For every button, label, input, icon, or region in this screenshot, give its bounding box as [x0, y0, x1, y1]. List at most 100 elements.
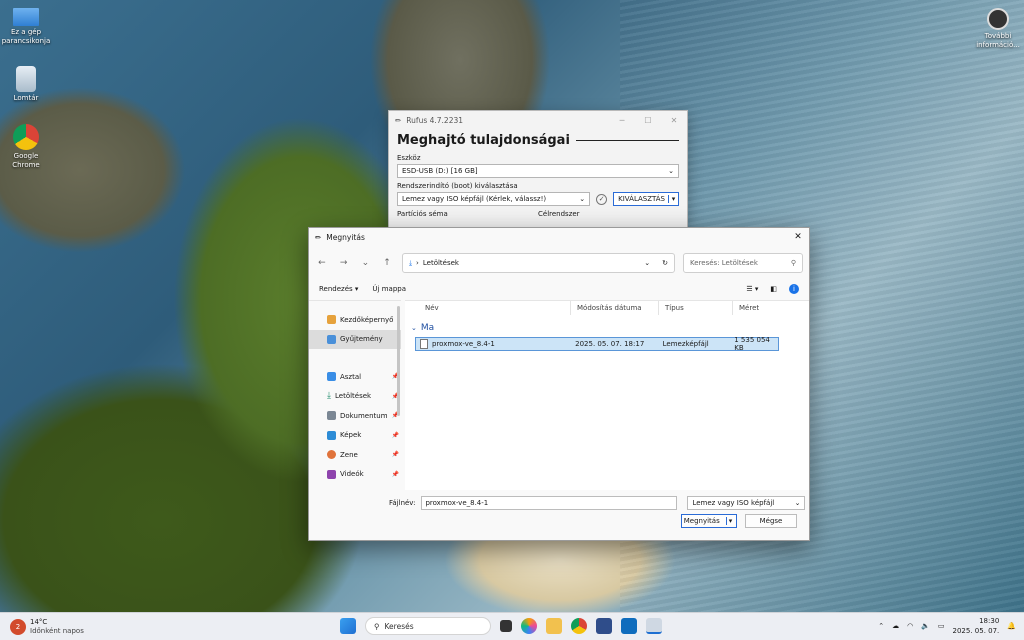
address-history-icon[interactable]: ⌄	[644, 259, 650, 267]
device-select[interactable]: ESD-USB (D:) [16 GB] ⌄	[397, 164, 679, 178]
clock[interactable]: 18:30 2025. 05. 07.	[953, 616, 1000, 636]
nav-item-videos[interactable]: Videók 📌	[309, 465, 401, 485]
column-header-modified[interactable]: Módosítás dátuma	[571, 301, 659, 315]
nav-item-desktop[interactable]: Asztal 📌	[309, 367, 401, 387]
chrome-icon[interactable]	[571, 618, 587, 634]
device-label: Eszköz	[397, 154, 421, 162]
table-row[interactable]: proxmox-ve_8.4-1 2025. 05. 07. 18:17 Lem…	[415, 336, 779, 352]
dialog-footer: Fájlnév: proxmox-ve_8.4-1 Lemez vagy ISO…	[309, 496, 809, 528]
file-size-cell: 1 535 054 KB	[734, 336, 770, 352]
boot-label: Rendszerindító (boot) kiválasztása	[397, 182, 518, 190]
navigation-scrollbar[interactable]	[397, 306, 400, 416]
weather-description: Időnként napos	[30, 626, 84, 635]
battery-icon[interactable]: ▭	[938, 622, 945, 630]
outlook-icon[interactable]	[621, 618, 637, 634]
notification-bell-icon[interactable]: 🔔	[1007, 622, 1016, 630]
group-header-today[interactable]: ⌄ Ma	[411, 323, 809, 333]
info-camera-icon	[987, 8, 1009, 30]
preview-pane-icon[interactable]: ◧	[770, 285, 777, 293]
search-input[interactable]: Keresés: Letöltések ⚲	[683, 253, 803, 273]
system-tray: ⌃ ☁ ◠ 🔈 ▭ 18:30 2025. 05. 07. 🔔	[878, 616, 1016, 636]
select-button[interactable]: KIVÁLASZTÁS ▾	[613, 192, 679, 206]
close-icon[interactable]: ✕	[661, 116, 687, 125]
task-view-icon[interactable]	[500, 620, 512, 632]
partition-label: Partíciós séma	[397, 210, 448, 218]
breadcrumb[interactable]: Letöltések	[423, 259, 459, 267]
forward-arrow-icon[interactable]: →	[337, 258, 351, 268]
chevron-down-icon: ⌄	[668, 167, 674, 175]
refresh-icon[interactable]: ↻	[662, 259, 668, 267]
windows-start-icon[interactable]	[340, 618, 356, 634]
copilot-icon[interactable]	[521, 618, 537, 634]
filename-input[interactable]: proxmox-ve_8.4-1	[421, 496, 678, 510]
view-list-icon[interactable]: ☰ ▾	[746, 285, 758, 293]
recent-chevron-icon[interactable]: ⌄	[358, 258, 372, 268]
chevron-down-icon: ⌄	[794, 499, 801, 507]
file-modified-cell: 2025. 05. 07. 18:17	[575, 340, 645, 348]
maximize-icon[interactable]: ☐	[635, 116, 661, 125]
nav-item-downloads[interactable]: ⤓ Letöltések 📌	[309, 387, 401, 407]
monitor-icon	[13, 8, 39, 26]
download-icon: ⤓	[327, 391, 331, 402]
back-arrow-icon[interactable]: ←	[315, 258, 329, 268]
dialog-titlebar[interactable]: ✏ Megnyitás ✕	[309, 228, 809, 246]
chrome-icon	[13, 124, 39, 150]
home-icon	[327, 315, 336, 325]
up-arrow-icon[interactable]: ↑	[380, 258, 394, 268]
rufus-titlebar[interactable]: ✏ Rufus 4.7.2231 ─ ☐ ✕	[389, 111, 687, 129]
minimize-icon[interactable]: ─	[609, 116, 635, 125]
file-list-header: Név Módosítás dátuma Típus Méret	[405, 301, 809, 315]
video-icon	[327, 469, 336, 479]
network-icon[interactable]: ☁	[892, 622, 899, 630]
desktop-icon-more-info[interactable]: További információ...	[972, 8, 1024, 50]
organize-button[interactable]: Rendezés ▾	[319, 285, 358, 293]
chevron-up-icon[interactable]: ⌃	[878, 622, 884, 630]
address-bar[interactable]: ⤓ › Letöltések ⌄ ↻	[401, 253, 675, 273]
file-type-filter[interactable]: Lemez vagy ISO képfájl ⌄	[687, 496, 806, 510]
pin-icon[interactable]: 📌	[392, 432, 399, 439]
wifi-icon[interactable]: ◠	[907, 622, 913, 630]
volume-icon[interactable]: 🔈	[921, 622, 930, 630]
column-header-type[interactable]: Típus	[659, 301, 733, 315]
new-folder-button[interactable]: Új mappa	[372, 285, 406, 293]
pin-icon[interactable]: 📌	[392, 451, 399, 458]
pin-icon[interactable]: 📌	[392, 471, 399, 478]
file-list: Név Módosítás dátuma Típus Méret ⌄ Ma pr…	[405, 300, 809, 490]
rufus-taskbar-icon[interactable]	[646, 618, 662, 634]
clock-date: 2025. 05. 07.	[952, 627, 1000, 635]
clock-time: 18:30	[979, 617, 1000, 625]
disc-image-file-icon	[420, 339, 428, 349]
dropdown-arrow-icon[interactable]: ▾	[668, 195, 678, 203]
boot-select[interactable]: Lemez vagy ISO képfájl (Kérlek, válassz!…	[397, 192, 591, 206]
desktop-icon-chrome[interactable]: Google Chrome	[0, 124, 52, 170]
device-value: ESD-USB (D:) [16 GB]	[402, 167, 478, 175]
open-file-dialog: ✏ Megnyitás ✕ ← → ⌄ ↑ ⤓ › Letöltések ⌄ ↻…	[308, 227, 810, 541]
nav-item-documents[interactable]: Dokumentum 📌	[309, 406, 401, 426]
help-icon[interactable]: i	[789, 284, 799, 294]
nav-item-gallery[interactable]: Gyűjtemény	[309, 329, 401, 349]
command-bar: Rendezés ▾ Új mappa ☰ ▾ ◧ i	[309, 280, 809, 298]
column-header-size[interactable]: Méret	[733, 301, 783, 315]
cancel-button[interactable]: Mégse	[745, 514, 797, 528]
rufus-window: ✏ Rufus 4.7.2231 ─ ☐ ✕ Meghajtó tulajdon…	[388, 110, 688, 230]
column-header-name[interactable]: Név	[405, 301, 571, 315]
filename-label: Fájlnév:	[389, 499, 416, 507]
taskbar-search[interactable]: ⚲ Keresés	[365, 617, 491, 635]
taskbar: 2 14°C Időnként napos ⚲ Keresés ⌃ ☁ ◠ 🔈 …	[0, 612, 1024, 640]
file-explorer-icon[interactable]	[546, 618, 562, 634]
select-button-label: KIVÁLASZTÁS	[618, 195, 665, 203]
desktop-icon-recycle-bin[interactable]: Lomtár	[0, 66, 52, 103]
open-button[interactable]: Megnyitás ▾	[681, 514, 737, 528]
weather-widget[interactable]: 2 14°C Időnként napos	[0, 618, 200, 636]
store-icon[interactable]	[596, 618, 612, 634]
desktop-icon-this-pc[interactable]: Ez a gép parancsikonja	[0, 8, 52, 46]
target-label: Célrendszer	[538, 210, 580, 218]
file-type-cell: Lemezképfájl	[662, 340, 709, 348]
dropdown-arrow-icon[interactable]: ▾	[725, 517, 735, 525]
search-icon: ⚲	[790, 259, 796, 267]
close-icon[interactable]: ✕	[787, 232, 809, 242]
check-icon[interactable]: ✓	[596, 193, 608, 205]
nav-item-pictures[interactable]: Képek 📌	[309, 426, 401, 446]
nav-item-music[interactable]: Zene 📌	[309, 445, 401, 465]
nav-item-home[interactable]: Kezdőképernyő	[309, 310, 401, 330]
